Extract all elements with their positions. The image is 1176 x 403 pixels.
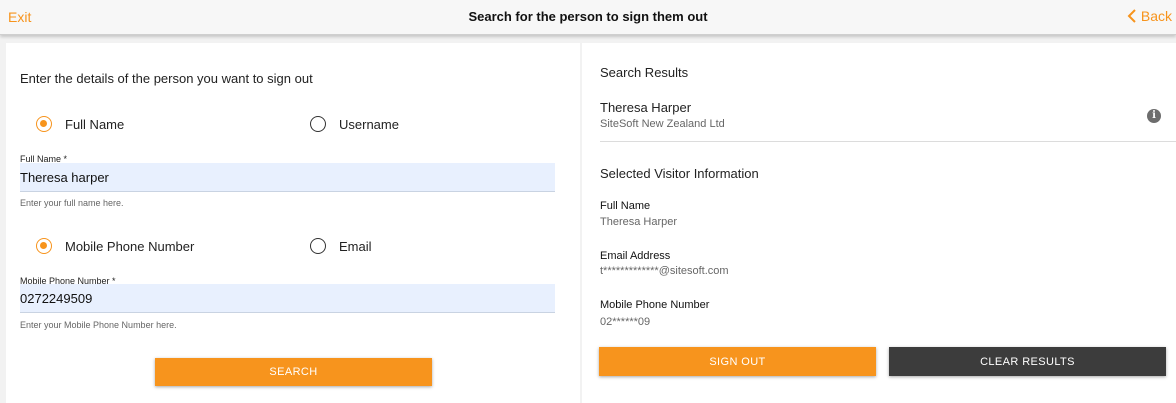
- radio-full-name-label: Full Name: [65, 116, 125, 132]
- result-company: SiteSoft New Zealand Ltd: [600, 118, 725, 130]
- mobile-phone-hint: Enter your Mobile Phone Number here.: [20, 320, 177, 330]
- radio-mobile-phone-control[interactable]: [36, 238, 52, 254]
- radio-username-control[interactable]: [310, 116, 326, 132]
- full-name-input[interactable]: [20, 163, 555, 192]
- clear-results-button[interactable]: CLEAR RESULTS: [889, 347, 1166, 376]
- radio-mobile-phone[interactable]: Mobile Phone Number: [36, 238, 194, 254]
- radio-full-name-control[interactable]: [36, 116, 52, 132]
- radio-full-name[interactable]: Full Name: [36, 116, 124, 132]
- search-button[interactable]: SEARCH: [155, 358, 432, 386]
- visitor-mobile-label: Mobile Phone Number: [600, 299, 710, 311]
- mobile-phone-input[interactable]: [20, 284, 555, 313]
- visitor-full-name-value: Theresa Harper: [600, 216, 678, 228]
- radio-email-control[interactable]: [310, 238, 326, 254]
- sign-out-button[interactable]: SIGN OUT: [599, 347, 876, 376]
- visitor-email-label: Email Address: [600, 250, 671, 262]
- search-form-heading: Enter the details of the person you want…: [20, 71, 313, 86]
- top-bar: Exit Search for the person to sign them …: [0, 0, 1176, 35]
- back-link[interactable]: Back: [1127, 8, 1172, 24]
- search-form-panel: Enter the details of the person you want…: [6, 43, 580, 403]
- radio-mobile-phone-label: Mobile Phone Number: [65, 238, 195, 254]
- radio-email[interactable]: Email: [310, 238, 372, 254]
- selected-visitor-heading: Selected Visitor Information: [600, 166, 759, 181]
- result-name: Theresa Harper: [600, 100, 692, 115]
- chevron-left-icon: [1127, 9, 1136, 23]
- info-icon[interactable]: i: [1147, 109, 1161, 123]
- back-label: Back: [1140, 8, 1172, 24]
- results-divider: [600, 141, 1176, 142]
- radio-email-label: Email: [339, 238, 372, 254]
- visitor-email-value: t*************@sitesoft.com: [600, 265, 729, 277]
- search-results-heading: Search Results: [600, 65, 689, 80]
- full-name-hint: Enter your full name here.: [20, 198, 124, 208]
- results-panel: Search Results Theresa Harper SiteSoft N…: [582, 43, 1176, 403]
- radio-username-label: Username: [339, 116, 399, 132]
- visitor-mobile-value: 02******09: [600, 316, 651, 328]
- page-title: Search for the person to sign them out: [468, 9, 708, 24]
- result-item[interactable]: Theresa Harper SiteSoft New Zealand Ltd …: [582, 93, 1176, 141]
- radio-username[interactable]: Username: [310, 116, 399, 132]
- visitor-full-name-label: Full Name: [600, 200, 651, 212]
